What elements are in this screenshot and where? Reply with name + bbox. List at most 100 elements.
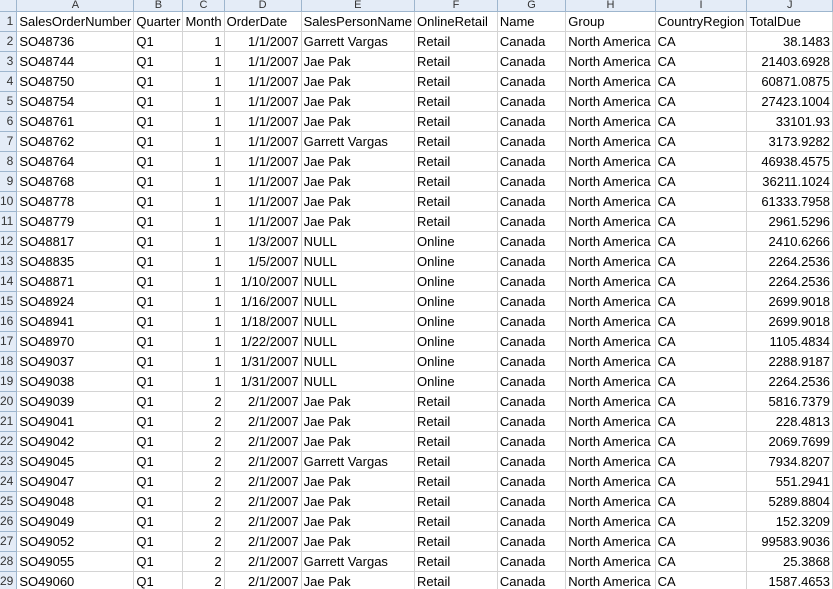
header-cell[interactable]: SalesOrderNumber [16,11,135,32]
data-cell[interactable]: 1105.4834 [746,331,833,352]
data-cell[interactable]: Retail [414,71,498,92]
data-cell[interactable]: NULL [301,371,416,392]
header-cell[interactable]: OnlineRetail [414,11,498,32]
row-header[interactable]: 16 [0,311,18,332]
data-cell[interactable]: Q1 [133,31,184,52]
data-cell[interactable]: 1 [182,91,225,112]
data-cell[interactable]: Q1 [133,91,184,112]
row-header[interactable]: 1 [0,11,18,32]
data-cell[interactable]: Retail [414,471,498,492]
column-header-j[interactable]: J [746,0,833,12]
data-cell[interactable]: 2 [182,451,225,472]
data-cell[interactable]: 60871.0875 [746,71,833,92]
data-cell[interactable]: Canada [497,271,567,292]
data-cell[interactable]: Q1 [133,171,184,192]
data-cell[interactable]: Retail [414,571,498,589]
data-cell[interactable]: 38.1483 [746,31,833,52]
data-cell[interactable]: Canada [497,491,567,512]
data-cell[interactable]: Retail [414,111,498,132]
row-header[interactable]: 4 [0,71,18,92]
data-cell[interactable]: NULL [301,311,416,332]
column-header-f[interactable]: F [414,0,498,12]
data-cell[interactable]: Online [414,311,498,332]
data-cell[interactable]: SO48754 [16,91,135,112]
data-cell[interactable]: Retail [414,511,498,532]
data-cell[interactable]: Canada [497,91,567,112]
data-cell[interactable]: SO49042 [16,431,135,452]
data-cell[interactable]: Jae Pak [301,411,416,432]
data-cell[interactable]: 1/16/2007 [224,291,302,312]
data-cell[interactable]: Q1 [133,231,184,252]
data-cell[interactable]: Canada [497,291,567,312]
data-cell[interactable]: 2 [182,471,225,492]
data-cell[interactable]: SO48871 [16,271,135,292]
data-cell[interactable]: North America [565,291,656,312]
data-cell[interactable]: 1/1/2007 [224,51,302,72]
data-cell[interactable]: Jae Pak [301,391,416,412]
data-cell[interactable]: 1 [182,331,225,352]
data-cell[interactable]: 1/22/2007 [224,331,302,352]
data-cell[interactable]: Jae Pak [301,111,416,132]
data-cell[interactable]: Jae Pak [301,491,416,512]
data-cell[interactable]: SO48779 [16,211,135,232]
data-cell[interactable]: 2 [182,551,225,572]
data-cell[interactable]: 1 [182,151,225,172]
data-cell[interactable]: 36211.1024 [746,171,833,192]
header-cell[interactable]: CountryRegion [655,11,748,32]
column-header-d[interactable]: D [224,0,302,12]
data-cell[interactable]: Online [414,251,498,272]
data-cell[interactable]: SO48768 [16,171,135,192]
data-cell[interactable]: CA [655,91,748,112]
data-cell[interactable]: 1/1/2007 [224,151,302,172]
data-cell[interactable]: CA [655,431,748,452]
data-cell[interactable]: 1 [182,111,225,132]
data-cell[interactable]: North America [565,271,656,292]
data-cell[interactable]: SO48744 [16,51,135,72]
data-cell[interactable]: Jae Pak [301,531,416,552]
data-cell[interactable]: Retail [414,91,498,112]
data-cell[interactable]: Q1 [133,451,184,472]
data-cell[interactable]: 3173.9282 [746,131,833,152]
data-cell[interactable]: 1/31/2007 [224,371,302,392]
data-cell[interactable]: 2699.9018 [746,311,833,332]
data-cell[interactable]: CA [655,71,748,92]
data-cell[interactable]: Canada [497,171,567,192]
header-cell[interactable]: Month [182,11,225,32]
data-cell[interactable]: 2069.7699 [746,431,833,452]
row-header[interactable]: 7 [0,131,18,152]
data-cell[interactable]: CA [655,371,748,392]
data-cell[interactable]: 2264.2536 [746,251,833,272]
row-header[interactable]: 17 [0,331,18,352]
data-cell[interactable]: Canada [497,511,567,532]
data-cell[interactable]: CA [655,151,748,172]
data-cell[interactable]: Retail [414,51,498,72]
row-header[interactable]: 10 [0,191,18,212]
data-cell[interactable]: SO49052 [16,531,135,552]
data-cell[interactable]: 27423.1004 [746,91,833,112]
data-cell[interactable]: CA [655,251,748,272]
data-cell[interactable]: North America [565,311,656,332]
data-cell[interactable]: North America [565,571,656,589]
data-cell[interactable]: SO48761 [16,111,135,132]
select-all-corner[interactable] [0,0,18,12]
data-cell[interactable]: SO48941 [16,311,135,332]
row-header[interactable]: 3 [0,51,18,72]
data-cell[interactable]: Garrett Vargas [301,131,416,152]
data-cell[interactable]: North America [565,551,656,572]
data-cell[interactable]: Q1 [133,51,184,72]
data-cell[interactable]: 2 [182,531,225,552]
data-cell[interactable]: 2 [182,431,225,452]
data-cell[interactable]: SO49055 [16,551,135,572]
data-cell[interactable]: 7934.8207 [746,451,833,472]
data-cell[interactable]: 2 [182,411,225,432]
data-cell[interactable]: North America [565,351,656,372]
header-cell[interactable]: SalesPersonName [301,11,416,32]
data-cell[interactable]: 2264.2536 [746,371,833,392]
data-cell[interactable]: 1587.4653 [746,571,833,589]
data-cell[interactable]: 2961.5296 [746,211,833,232]
data-cell[interactable]: 2/1/2007 [224,471,302,492]
data-cell[interactable]: SO48762 [16,131,135,152]
data-cell[interactable]: North America [565,391,656,412]
row-header[interactable]: 14 [0,271,18,292]
data-cell[interactable]: 2 [182,571,225,589]
